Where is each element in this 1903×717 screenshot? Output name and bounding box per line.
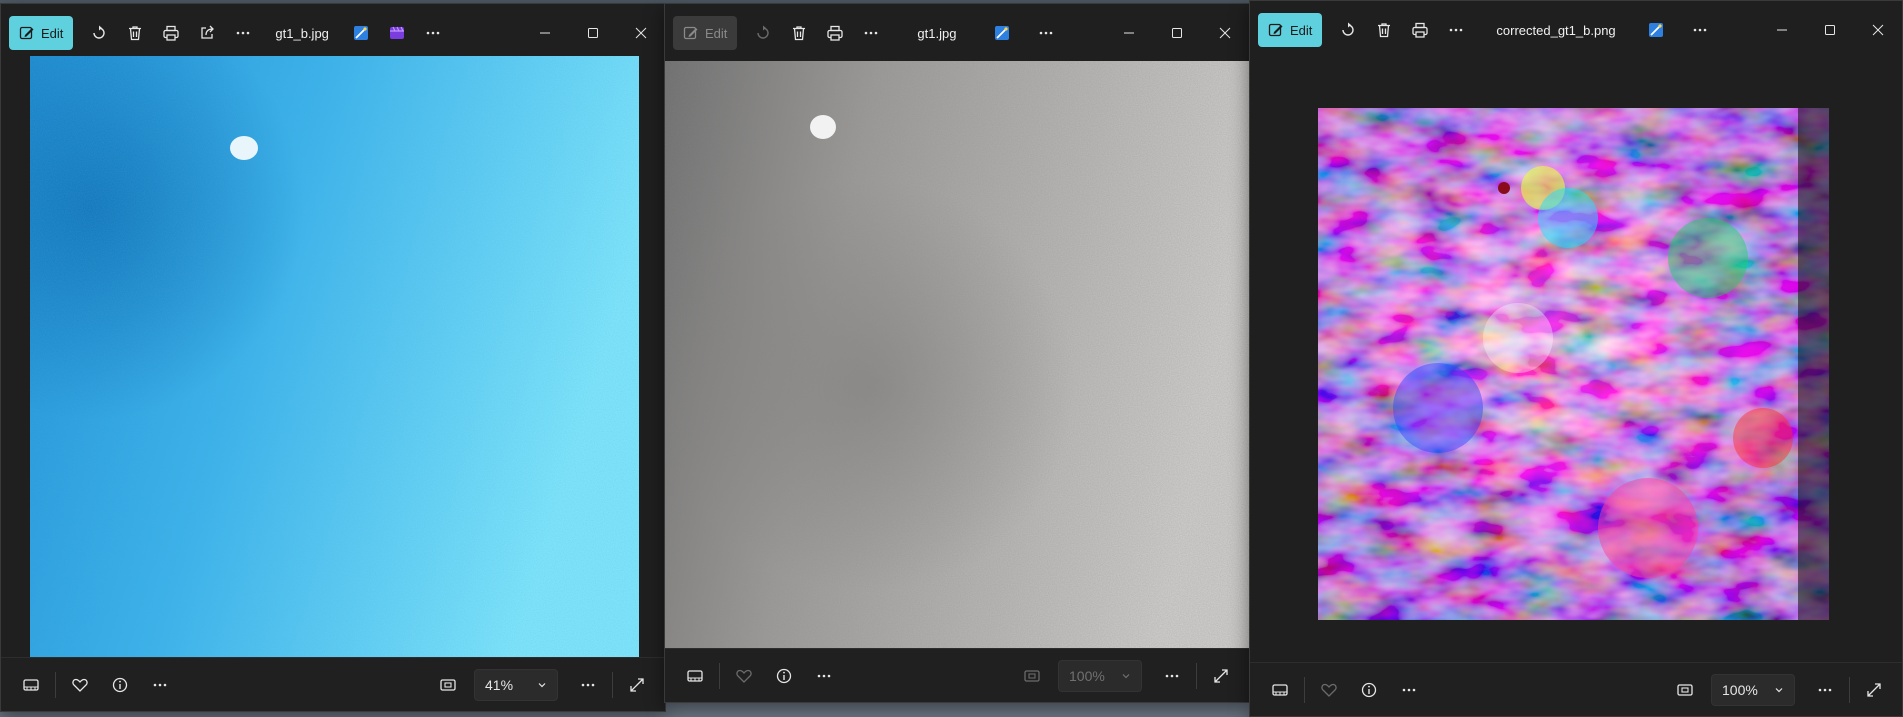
more-options-icon[interactable] (140, 668, 180, 702)
divider (1196, 662, 1197, 689)
minimize-icon[interactable] (521, 16, 569, 50)
edit-icon (19, 25, 35, 41)
filmstrip-icon[interactable] (11, 668, 51, 702)
filmstrip-icon[interactable] (1260, 673, 1300, 707)
maximize-icon[interactable] (569, 16, 617, 50)
edit-label: Edit (1290, 22, 1313, 38)
info-icon[interactable] (1349, 673, 1389, 707)
zoom-value: 100% (1722, 681, 1758, 698)
delete-icon[interactable] (117, 16, 153, 50)
photos-window-gt1: Edit gt1.jpg 100% (664, 3, 1250, 703)
close-icon[interactable] (1201, 16, 1249, 50)
photos-window-corrected-gt1-b: Edit corrected_gt1_b.png 100% (1249, 0, 1903, 717)
expand-icon[interactable] (1201, 659, 1241, 693)
actual-size-icon[interactable] (1665, 673, 1705, 707)
more-options-icon[interactable] (225, 16, 261, 50)
image-editor-icon[interactable] (343, 16, 379, 50)
print-icon[interactable] (1402, 13, 1438, 47)
expand-icon[interactable] (1854, 673, 1894, 707)
filmstrip-icon[interactable] (675, 659, 715, 693)
divider (1849, 676, 1850, 703)
more-options-icon[interactable] (1438, 13, 1474, 47)
share-icon[interactable] (189, 16, 225, 50)
more-options-icon[interactable] (568, 668, 608, 702)
more-options-icon[interactable] (853, 16, 889, 50)
photo-psychedelic-texture (1318, 108, 1829, 620)
minimize-icon[interactable] (1758, 13, 1806, 47)
maximize-icon[interactable] (1153, 16, 1201, 50)
edit-icon (1268, 22, 1284, 38)
edit-button[interactable]: Edit (9, 16, 74, 50)
zoom-dropdown[interactable]: 100% (1058, 659, 1142, 692)
info-icon[interactable] (100, 668, 140, 702)
print-icon[interactable] (817, 16, 853, 50)
close-icon[interactable] (617, 16, 665, 50)
info-icon[interactable] (764, 659, 804, 693)
file-name: gt1.jpg (917, 25, 957, 41)
delete-icon[interactable] (781, 16, 817, 50)
overflow-menu-icon[interactable] (1028, 16, 1064, 50)
image-editor-icon[interactable] (1638, 13, 1674, 47)
favorite-icon[interactable] (1309, 673, 1349, 707)
minimize-icon[interactable] (1105, 16, 1153, 50)
edit-label: Edit (41, 25, 64, 41)
edit-button[interactable]: Edit (673, 16, 738, 50)
clipchamp-icon[interactable] (379, 16, 415, 50)
more-options-icon[interactable] (1389, 673, 1429, 707)
edit-button[interactable]: Edit (1258, 13, 1323, 47)
rotate-icon[interactable] (81, 16, 117, 50)
chevron-down-icon (1121, 671, 1131, 681)
photos-window-gt1-b: Edit gt1_b.jpg 41% (0, 3, 666, 712)
divider (55, 671, 56, 698)
image-editor-icon[interactable] (984, 16, 1020, 50)
more-options-icon[interactable] (804, 659, 844, 693)
edit-icon (683, 25, 699, 41)
more-options-icon[interactable] (1805, 673, 1845, 707)
file-name: gt1_b.jpg (275, 25, 329, 41)
rotate-icon[interactable] (745, 16, 781, 50)
file-name: corrected_gt1_b.png (1496, 22, 1616, 38)
title-bar: Edit gt1_b.jpg (1, 4, 665, 62)
close-icon[interactable] (1854, 13, 1902, 47)
zoom-dropdown[interactable]: 41% (474, 668, 558, 701)
more-options-icon[interactable] (1152, 659, 1192, 693)
expand-icon[interactable] (617, 668, 657, 702)
maximize-icon[interactable] (1806, 13, 1854, 47)
delete-icon[interactable] (1366, 13, 1402, 47)
print-icon[interactable] (153, 16, 189, 50)
photo-gray-texture (665, 61, 1249, 652)
favorite-icon[interactable] (60, 668, 100, 702)
title-bar: Edit corrected_gt1_b.png (1250, 1, 1902, 59)
actual-size-icon[interactable] (428, 668, 468, 702)
zoom-value: 41% (485, 676, 514, 693)
chevron-down-icon (1774, 685, 1784, 695)
chevron-down-icon (537, 680, 547, 690)
zoom-dropdown[interactable]: 100% (1711, 673, 1795, 706)
photo-blue-texture (30, 56, 639, 664)
divider (719, 662, 720, 689)
divider (612, 671, 613, 698)
actual-size-icon[interactable] (1012, 659, 1052, 693)
divider (1304, 676, 1305, 703)
title-bar: Edit gt1.jpg (665, 4, 1249, 62)
overflow-menu-icon[interactable] (1682, 13, 1718, 47)
favorite-icon[interactable] (724, 659, 764, 693)
rotate-icon[interactable] (1330, 13, 1366, 47)
overflow-menu-icon[interactable] (415, 16, 451, 50)
zoom-value: 100% (1069, 667, 1105, 684)
bottom-bar: 100% (1250, 662, 1902, 716)
bottom-bar: 41% (1, 657, 665, 711)
edit-label: Edit (705, 25, 728, 41)
bottom-bar: 100% (665, 648, 1249, 702)
